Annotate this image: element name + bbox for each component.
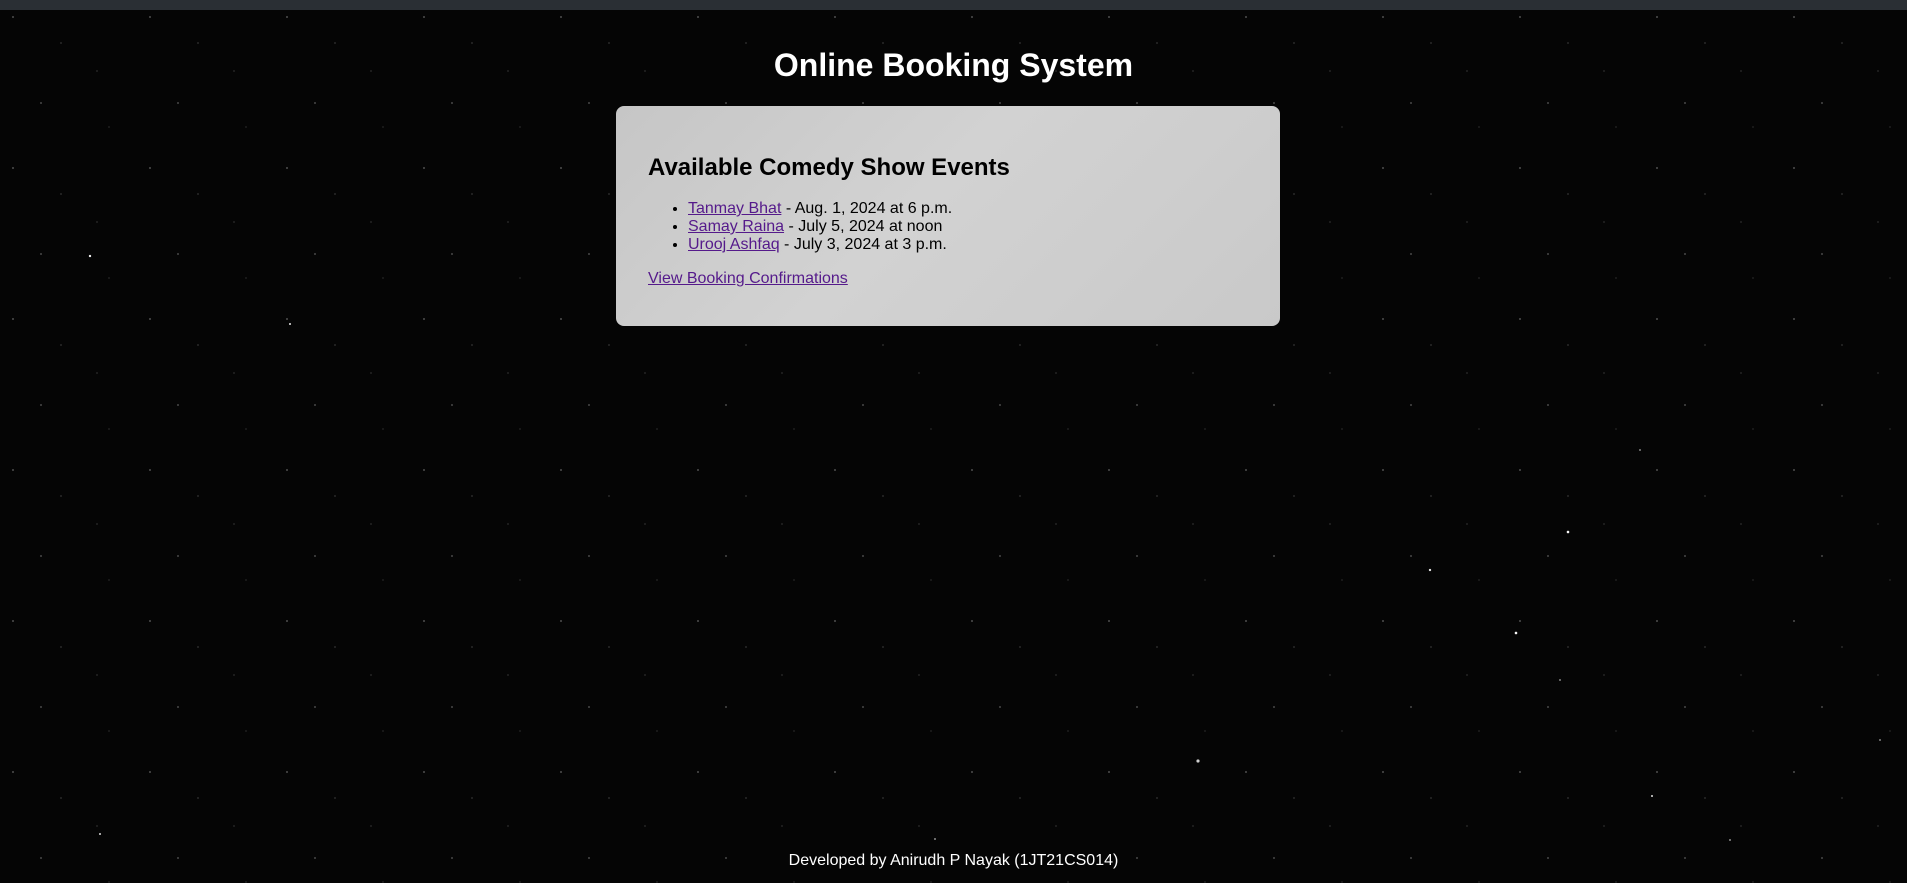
confirmations-link-row: View Booking Confirmations [648,270,1248,288]
page-title: Online Booking System [773,47,1134,83]
event-schedule: - July 3, 2024 at 3 p.m. [779,236,947,253]
events-heading: Available Comedy Show Events [648,154,1010,181]
events-card: Available Comedy Show Events Tanmay Bhat… [616,106,1280,326]
event-list: Tanmay Bhat - Aug. 1, 2024 at 6 p.m. Sam… [648,200,1248,254]
event-item: Tanmay Bhat - Aug. 1, 2024 at 6 p.m. [688,200,1248,218]
footer-credit: Developed by Anirudh P Nayak (1JT21CS014… [788,852,1119,869]
view-booking-confirmations-link[interactable]: View Booking Confirmations [648,270,848,287]
event-link-urooj-ashfaq[interactable]: Urooj Ashfaq [688,236,780,253]
event-link-samay-raina[interactable]: Samay Raina [688,218,784,235]
event-schedule: - Aug. 1, 2024 at 6 p.m. [781,200,953,217]
browser-top-strip [0,0,1907,10]
event-link-tanmay-bhat[interactable]: Tanmay Bhat [688,200,781,217]
event-schedule: - July 5, 2024 at noon [784,218,943,235]
event-item: Urooj Ashfaq - July 3, 2024 at 3 p.m. [688,236,1248,254]
event-item: Samay Raina - July 5, 2024 at noon [688,218,1248,236]
